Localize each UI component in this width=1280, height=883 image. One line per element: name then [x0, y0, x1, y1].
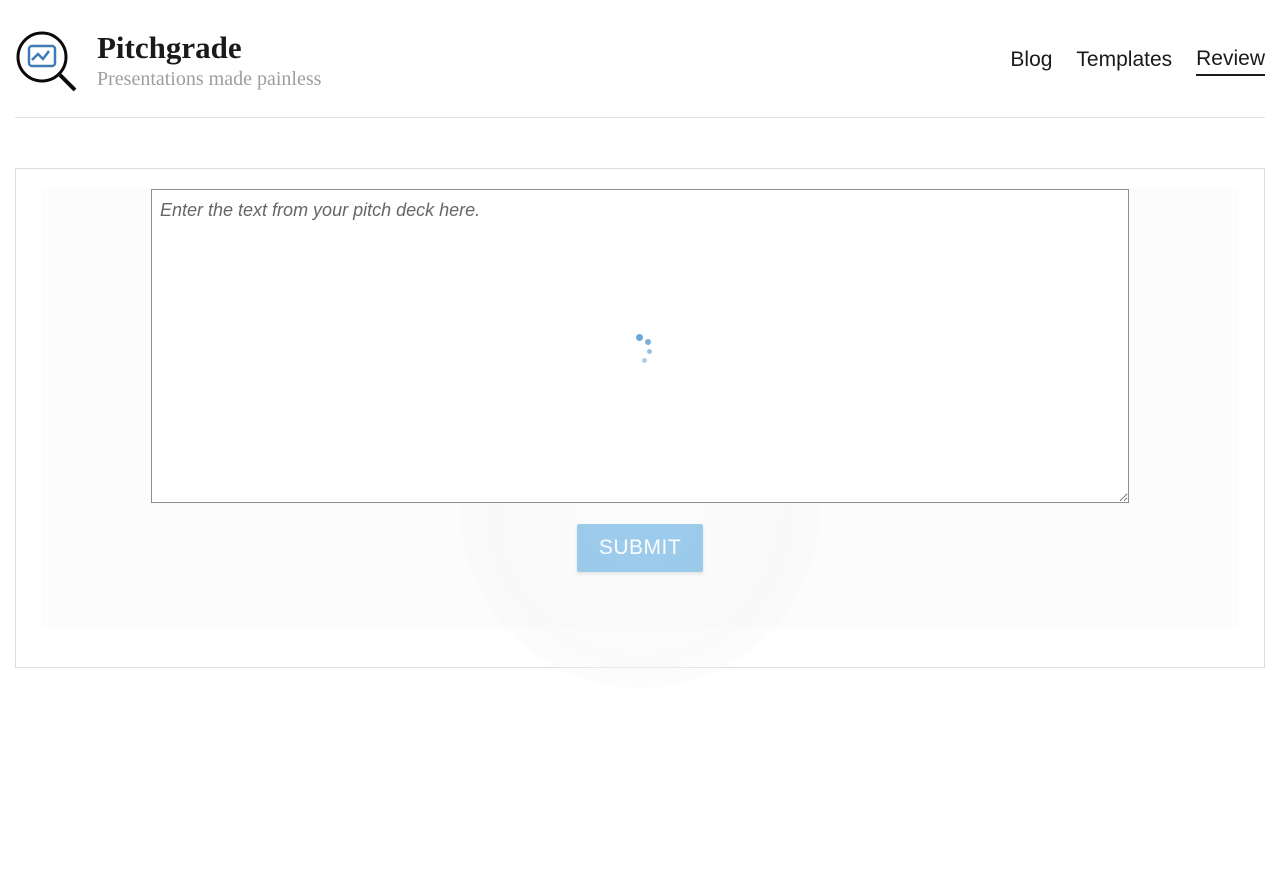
content-inner: SUBMIT: [41, 189, 1239, 627]
brand-title: Pitchgrade: [97, 31, 321, 65]
nav: Blog Templates Review: [1010, 47, 1265, 76]
nav-link-review[interactable]: Review: [1196, 47, 1265, 76]
brand-tagline: Presentations made painless: [97, 68, 321, 91]
content-panel: SUBMIT: [15, 168, 1265, 668]
brand[interactable]: Pitchgrade Presentations made painless: [15, 30, 321, 92]
submit-button[interactable]: SUBMIT: [577, 524, 703, 572]
header: Pitchgrade Presentations made painless B…: [0, 0, 1280, 117]
submit-wrapper: SUBMIT: [151, 524, 1129, 572]
magnifier-chart-icon: [15, 30, 77, 92]
pitch-textarea[interactable]: [151, 189, 1129, 503]
brand-text: Pitchgrade Presentations made painless: [97, 31, 321, 91]
textarea-wrapper: [151, 189, 1129, 508]
nav-link-templates[interactable]: Templates: [1076, 48, 1172, 75]
header-divider: [15, 117, 1265, 118]
page-filler: [0, 683, 1280, 883]
nav-link-blog[interactable]: Blog: [1010, 48, 1052, 75]
